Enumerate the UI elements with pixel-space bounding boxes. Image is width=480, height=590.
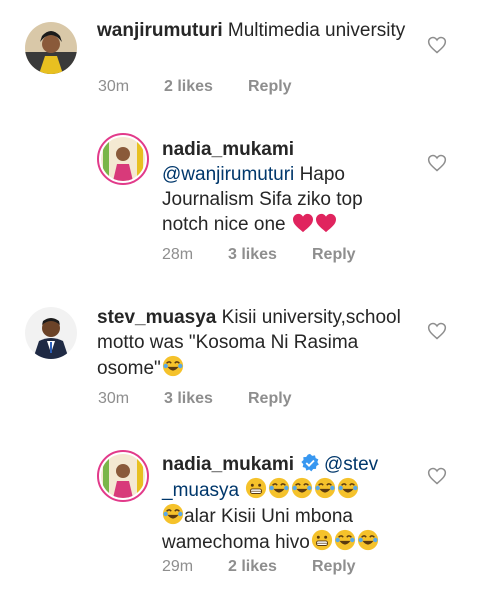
likes-count[interactable]: 3 likes: [164, 390, 248, 408]
mention-link[interactable]: @stev: [324, 454, 378, 475]
avatar[interactable]: [97, 450, 149, 502]
avatar[interactable]: [97, 133, 149, 185]
heart-icon[interactable]: [427, 35, 447, 55]
tears-of-joy-emoji-icon: [162, 355, 183, 377]
comment-body: Multimedia university: [227, 20, 406, 41]
timestamp: 30m: [98, 78, 130, 95]
mention-link[interactable]: @wanjirumuturi: [162, 164, 294, 185]
grimacing-emoji-icon: [311, 529, 332, 551]
comment-text: nadia_mukami @wanjirumuturi Hapo Journal…: [162, 137, 412, 237]
verified-badge-icon: [301, 453, 319, 472]
red-heart-emoji-icon: [292, 213, 313, 233]
comment-text: nadia_mukami @stev _muasya alar Kisii Uni…: [162, 452, 412, 555]
username[interactable]: nadia_mukami: [162, 139, 294, 160]
tears-of-joy-emoji-icon: [269, 477, 290, 499]
likes-count[interactable]: 3 likes: [228, 246, 312, 264]
likes-count[interactable]: 2 likes: [164, 78, 248, 96]
comment-text: wanjirumuturi Multimedia university: [97, 18, 407, 43]
username[interactable]: stev_muasya: [97, 307, 216, 328]
tears-of-joy-emoji-icon: [292, 477, 313, 499]
tears-of-joy-emoji-icon: [357, 529, 378, 551]
comment-meta: 30m 3 likes Reply: [98, 390, 292, 408]
heart-icon[interactable]: [427, 321, 447, 341]
comment-meta: 29m 2 likes Reply: [162, 558, 356, 576]
timestamp: 30m: [98, 390, 130, 407]
comment-text: stev_muasya Kisii university,school mott…: [97, 305, 412, 381]
reply-button[interactable]: Reply: [312, 558, 356, 576]
tears-of-joy-emoji-icon: [162, 503, 184, 525]
avatar[interactable]: [25, 22, 77, 74]
reply-button[interactable]: Reply: [248, 390, 292, 408]
heart-icon[interactable]: [427, 153, 447, 173]
username[interactable]: nadia_mukami: [162, 454, 294, 475]
comment-meta: 30m 2 likes Reply: [98, 78, 292, 96]
heart-icon[interactable]: [427, 466, 447, 486]
tears-of-joy-emoji-icon: [315, 477, 336, 499]
username[interactable]: wanjirumuturi: [97, 20, 223, 41]
likes-count[interactable]: 2 likes: [228, 558, 312, 576]
avatar[interactable]: [25, 307, 77, 359]
tears-of-joy-emoji-icon: [334, 529, 355, 551]
grimacing-emoji-icon: [246, 477, 267, 499]
tears-of-joy-emoji-icon: [338, 477, 359, 499]
reply-button[interactable]: Reply: [312, 246, 356, 264]
reply-button[interactable]: Reply: [248, 78, 292, 96]
mention-link-continued[interactable]: _muasya: [162, 480, 239, 501]
timestamp: 28m: [162, 246, 194, 263]
timestamp: 29m: [162, 558, 194, 575]
comment-meta: 28m 3 likes Reply: [162, 246, 356, 264]
red-heart-emoji-icon: [315, 213, 336, 233]
